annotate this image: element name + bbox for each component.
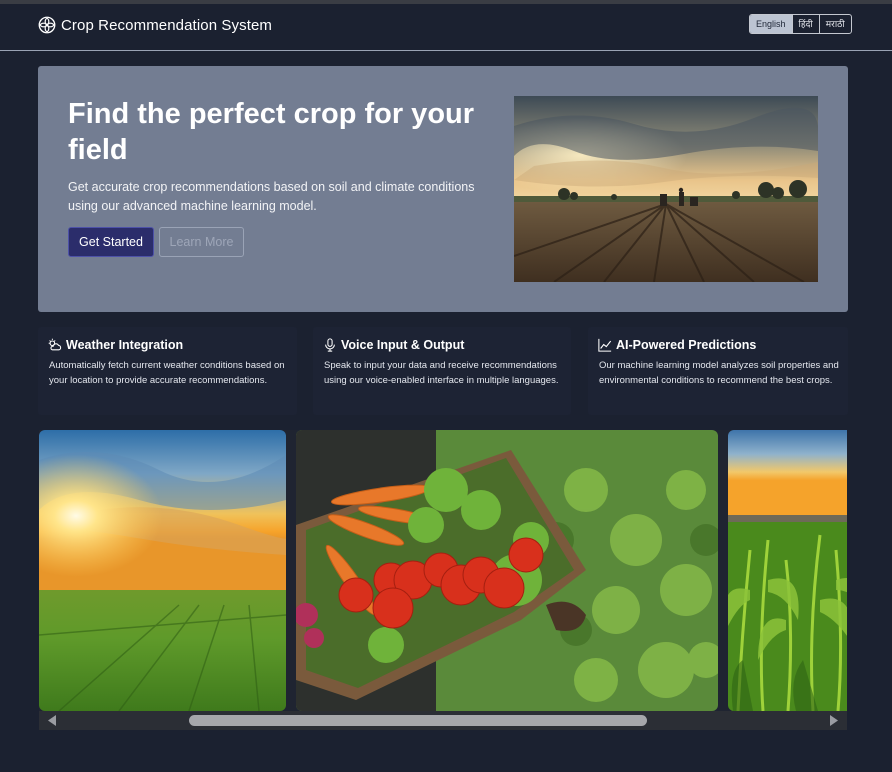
feature-text-weather: Automatically fetch current weather cond… [49,360,285,386]
feature-title-weather: Weather Integration [66,338,184,352]
sunset-field-image [39,430,286,711]
corn-field-image [728,430,847,711]
feature-text-voice: Speak to input your data and receive rec… [324,360,559,386]
vegetable-basket-image [296,430,718,711]
brand[interactable]: Crop Recommendation System [38,16,272,34]
feature-title-ai: AI-Powered Predictions [616,338,757,352]
carousel-scrollbar[interactable] [39,711,847,730]
feature-text-ai: Our machine learning model analyzes soil… [599,360,839,386]
feature-card-ai: AI-Powered Predictions Our machine learn… [588,327,848,415]
chart-line-icon [598,338,612,352]
carousel-slide-vegetable-basket [296,430,718,711]
app-title: Crop Recommendation System [61,16,273,34]
hero-section: Find the perfect crop for your field Get… [38,66,848,312]
microphone-icon [325,338,335,352]
carousel-slide-sunset-field [39,430,286,711]
lang-english-button[interactable]: English [750,15,793,33]
carousel-slide-corn-field [728,430,847,711]
learn-more-button[interactable]: Learn More [159,227,244,257]
scroll-right-arrow-icon[interactable] [829,715,839,726]
language-switcher: English हिंदी मराठी [749,14,852,34]
hero-field-image [514,96,818,282]
feature-title-voice: Voice Input & Output [341,338,465,352]
get-started-button[interactable]: Get Started [68,227,154,257]
lang-marathi-button[interactable]: मराठी [820,15,851,33]
feature-card-weather: Weather Integration Automatically fetch … [38,327,297,415]
hero-description: Get accurate crop recommendations based … [68,180,475,213]
scrollbar-thumb[interactable] [189,715,647,726]
hero-title: Find the perfect crop for your field [68,98,475,166]
feature-card-voice: Voice Input & Output Speak to input your… [313,327,571,415]
flower-logo-icon [38,16,56,34]
lang-hindi-button[interactable]: हिंदी [793,15,820,33]
scroll-left-arrow-icon[interactable] [47,715,57,726]
weather-icon [48,338,62,351]
image-carousel[interactable] [39,430,847,730]
navbar: Crop Recommendation System English हिंदी… [0,4,892,51]
